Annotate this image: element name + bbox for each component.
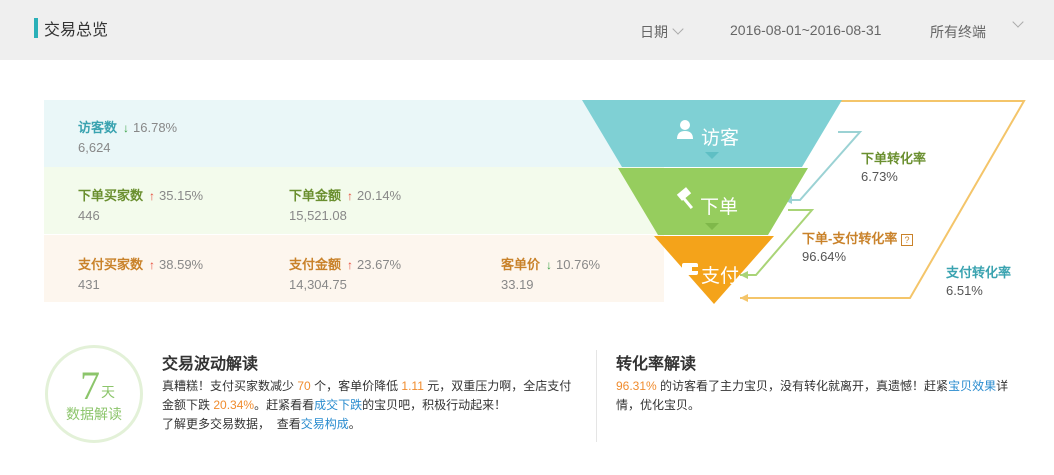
wallet-icon: [682, 263, 698, 275]
fluct-body: 真糟糕！支付买家数减少 70 个，客单价降低 1.11 元，双重压力啊，全店支付…: [162, 379, 572, 431]
funnel-visit-label: 访客: [701, 128, 740, 149]
pay-rate-arrowhead: [740, 294, 748, 302]
badge-unit: 天: [101, 384, 115, 400]
badge-number: 7: [80, 363, 100, 408]
item-effect-link[interactable]: 宝贝效果: [948, 379, 996, 393]
pay-rate: 支付转化率 6.51%: [946, 264, 1011, 299]
conv-title: 转化率解读: [616, 356, 697, 373]
amount-decrease: 20.34%: [213, 398, 255, 412]
order-pay-rate-value: 96.64%: [802, 249, 847, 264]
pay-rate-value: 6.51%: [946, 283, 983, 298]
price-decrease: 1.11: [401, 379, 424, 393]
order-rate: 下单转化率 6.73%: [861, 150, 926, 185]
order-pay-rate: 下单-支付转化率 ? 96.64%: [802, 230, 913, 265]
order-pay-rate-label: 下单-支付转化率 ?: [802, 230, 913, 247]
section-divider: [596, 350, 597, 442]
funnel-pay-label: 支付: [701, 266, 740, 287]
fluct-title: 交易波动解读: [162, 356, 259, 373]
seven-day-badge[interactable]: 7 天 数据解读: [45, 345, 143, 443]
order-rate-value: 6.73%: [861, 169, 898, 184]
buyers-decrease: 70: [297, 379, 311, 393]
funnel-order-label: 下单: [700, 197, 739, 218]
order-rate-label: 下单转化率: [861, 151, 927, 166]
conv-body: 96.31% 的访客看了主力宝贝，没有转化就离开，真遗憾！赶紧宝贝效果详情，优化…: [616, 379, 1009, 412]
conv-rate-value: 96.31%: [616, 379, 657, 393]
trade-structure-link[interactable]: 交易构成: [301, 417, 349, 431]
help-icon[interactable]: ?: [900, 234, 913, 246]
drop-items-link[interactable]: 成交下跌: [314, 398, 362, 412]
pay-rate-label: 支付转化率: [946, 265, 1012, 280]
badge-text: 数据解读: [66, 406, 122, 422]
